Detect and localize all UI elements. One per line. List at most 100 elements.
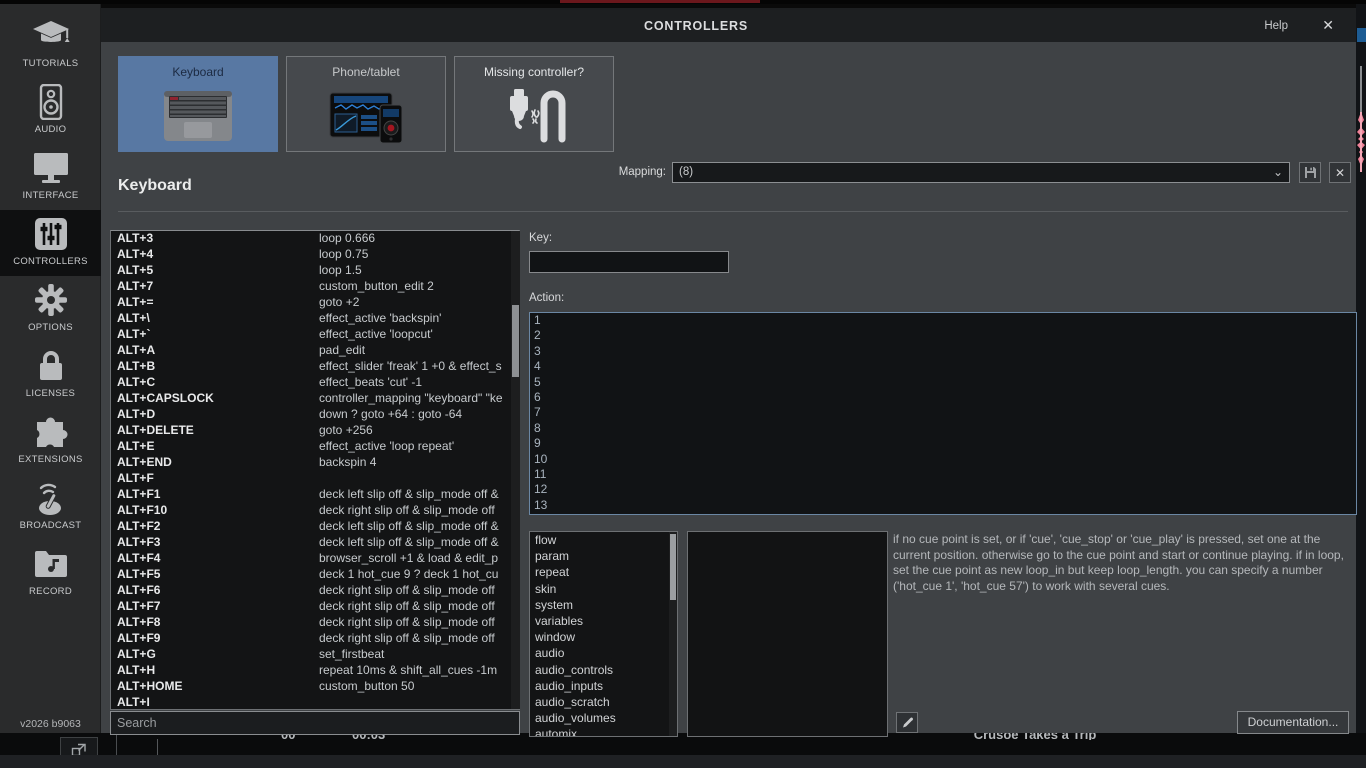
shortcut-row[interactable]: ALT+F7 deck right slip off & slip_mode o… — [111, 599, 519, 615]
shortcut-row[interactable]: ALT+C effect_beats 'cut' -1 — [111, 375, 519, 391]
shortcut-list[interactable]: ALT+3 loop 0.666 ALT+4 loop 0.75 ALT+5 l… — [110, 230, 520, 710]
shortcut-action: deck right slip off & slip_mode off — [319, 615, 515, 629]
shortcut-row[interactable]: ALT+5 loop 1.5 — [111, 263, 519, 279]
line-number: 8 — [530, 421, 1356, 436]
shortcut-row[interactable]: ALT+F4 browser_scroll +1 & load & edit_p — [111, 551, 519, 567]
category-list-scrollbar[interactable] — [669, 532, 677, 736]
shortcut-key: ALT+F5 — [117, 567, 317, 581]
sidebar-item-audio[interactable]: AUDIO — [0, 78, 101, 144]
search-input[interactable] — [110, 711, 520, 735]
action-value-list[interactable] — [687, 531, 888, 737]
line-number: 4 — [530, 359, 1356, 374]
category-item[interactable]: flow — [530, 532, 677, 548]
shortcut-key: ALT+F2 — [117, 519, 317, 533]
scrollbar-thumb[interactable] — [512, 305, 519, 377]
edit-action-button[interactable] — [896, 712, 918, 733]
tab-missing-controller[interactable]: Missing controller? — [454, 56, 614, 152]
tab-phone-tablet[interactable]: Phone/tablet — [286, 56, 446, 152]
sidebar-item-label: EXTENSIONS — [0, 454, 101, 465]
category-item[interactable]: skin — [530, 581, 677, 597]
shortcut-row[interactable]: ALT+F3 deck left slip off & slip_mode of… — [111, 535, 519, 551]
category-item[interactable]: audio — [530, 645, 677, 661]
category-item[interactable]: window — [530, 629, 677, 645]
shortcut-row[interactable]: ALT+H repeat 10ms & shift_all_cues -1m — [111, 663, 519, 679]
shortcut-action: effect_active 'loopcut' — [319, 327, 515, 341]
shortcut-key: ALT+D — [117, 407, 317, 421]
sidebar-item-label: INTERFACE — [0, 190, 101, 201]
shortcut-row[interactable]: ALT+END backspin 4 — [111, 455, 519, 471]
shortcut-row[interactable]: ALT+F6 deck right slip off & slip_mode o… — [111, 583, 519, 599]
sidebar-item-interface[interactable]: INTERFACE — [0, 144, 101, 210]
shortcut-row[interactable]: ALT+3 loop 0.666 — [111, 231, 519, 247]
shortcut-row[interactable]: ALT+A pad_edit — [111, 343, 519, 359]
sidebar-item-broadcast[interactable]: BROADCAST — [0, 474, 101, 540]
delete-mapping-button[interactable]: ✕ — [1329, 162, 1351, 183]
shortcut-action: effect_slider 'freak' 1 +0 & effect_s — [319, 359, 515, 373]
category-item[interactable]: param — [530, 548, 677, 564]
gear-icon — [0, 282, 101, 318]
shortcut-row[interactable]: ALT+F1 deck left slip off & slip_mode of… — [111, 487, 519, 503]
scrollbar-thumb[interactable] — [670, 534, 676, 600]
chevron-down-icon: ⌄ — [1273, 163, 1283, 182]
background-app-taskbar — [0, 755, 1366, 768]
pencil-icon — [901, 716, 914, 729]
divider — [118, 211, 1348, 212]
line-number: 10 — [530, 452, 1356, 467]
category-item[interactable]: audio_scratch — [530, 694, 677, 710]
category-item[interactable]: variables — [530, 613, 677, 629]
mapping-dropdown[interactable]: (8) ⌄ — [672, 162, 1290, 183]
sidebar-item-record[interactable]: RECORD — [0, 540, 101, 606]
shortcut-row[interactable]: ALT+7 custom_button_edit 2 — [111, 279, 519, 295]
shortcut-row[interactable]: ALT+F5 deck 1 hot_cue 9 ? deck 1 hot_cu — [111, 567, 519, 583]
mixer-sliders-icon — [0, 216, 101, 252]
sidebar-item-controllers[interactable]: CONTROLLERS — [0, 210, 101, 276]
category-item[interactable]: automix — [530, 726, 677, 737]
shortcut-row[interactable]: ALT+= goto +2 — [111, 295, 519, 311]
shortcut-row[interactable]: ALT+B effect_slider 'freak' 1 +0 & effec… — [111, 359, 519, 375]
line-number: 11 — [530, 467, 1356, 482]
shortcut-row[interactable]: ALT+I — [111, 695, 519, 710]
shortcut-action: deck 1 hot_cue 9 ? deck 1 hot_cu — [319, 567, 515, 581]
documentation-button[interactable]: Documentation... — [1237, 711, 1349, 734]
sidebar-item-options[interactable]: OPTIONS — [0, 276, 101, 342]
shortcut-row[interactable]: ALT+F2 deck left slip off & slip_mode of… — [111, 519, 519, 535]
sidebar-item-label: RECORD — [0, 586, 101, 597]
category-item[interactable]: audio_volumes — [530, 710, 677, 726]
shortcut-row[interactable]: ALT+F8 deck right slip off & slip_mode o… — [111, 615, 519, 631]
shortcut-row[interactable]: ALT+HOME custom_button 50 — [111, 679, 519, 695]
line-number: 5 — [530, 375, 1356, 390]
shortcut-action: effect_active 'loop repeat' — [319, 439, 515, 453]
action-editor[interactable]: 1 2 3 4 5 6 7 8 9 10 11 12 — [529, 312, 1357, 515]
shortcut-list-scrollbar[interactable] — [511, 231, 520, 709]
close-dialog-button[interactable]: ✕ — [1322, 17, 1334, 34]
sidebar-item-extensions[interactable]: EXTENSIONS — [0, 408, 101, 474]
track-title: Crusoe Takes a Trip — [905, 733, 1165, 740]
shortcut-row[interactable]: ALT+D down ? goto +64 : goto -64 — [111, 407, 519, 423]
shortcut-row[interactable]: ALT+F — [111, 471, 519, 487]
shortcut-row[interactable]: ALT+` effect_active 'loopcut' — [111, 327, 519, 343]
shortcut-action: deck left slip off & slip_mode off & — [319, 519, 515, 533]
sidebar-item-licenses[interactable]: LICENSES — [0, 342, 101, 408]
shortcut-key: ALT+C — [117, 375, 317, 389]
shortcut-row[interactable]: ALT+CAPSLOCK controller_mapping "keyboar… — [111, 391, 519, 407]
shortcut-row[interactable]: ALT+E effect_active 'loop repeat' — [111, 439, 519, 455]
sidebar-item-tutorials[interactable]: TUTORIALS — [0, 12, 101, 78]
shortcut-key: ALT+I — [117, 695, 317, 709]
action-category-list[interactable]: flow param repeat skin system variables … — [529, 531, 678, 737]
shortcut-key: ALT+F9 — [117, 631, 317, 645]
help-button[interactable]: Help — [1264, 20, 1288, 32]
save-mapping-button[interactable] — [1299, 162, 1321, 183]
category-item[interactable]: system — [530, 597, 677, 613]
category-item[interactable]: audio_inputs — [530, 678, 677, 694]
shortcut-row[interactable]: ALT+F9 deck right slip off & slip_mode o… — [111, 631, 519, 647]
shortcut-row[interactable]: ALT+G set_firstbeat — [111, 647, 519, 663]
category-item[interactable]: audio_controls — [530, 662, 677, 678]
shortcut-row[interactable]: ALT+DELETE goto +256 — [111, 423, 519, 439]
shortcut-row[interactable]: ALT+\ effect_active 'backspin' — [111, 311, 519, 327]
category-item[interactable]: repeat — [530, 564, 677, 580]
tab-keyboard[interactable]: Keyboard — [118, 56, 278, 152]
key-input[interactable] — [529, 251, 729, 273]
shortcut-row[interactable]: ALT+4 loop 0.75 — [111, 247, 519, 263]
shortcut-row[interactable]: ALT+F10 deck right slip off & slip_mode … — [111, 503, 519, 519]
shortcut-key: ALT+` — [117, 327, 317, 341]
